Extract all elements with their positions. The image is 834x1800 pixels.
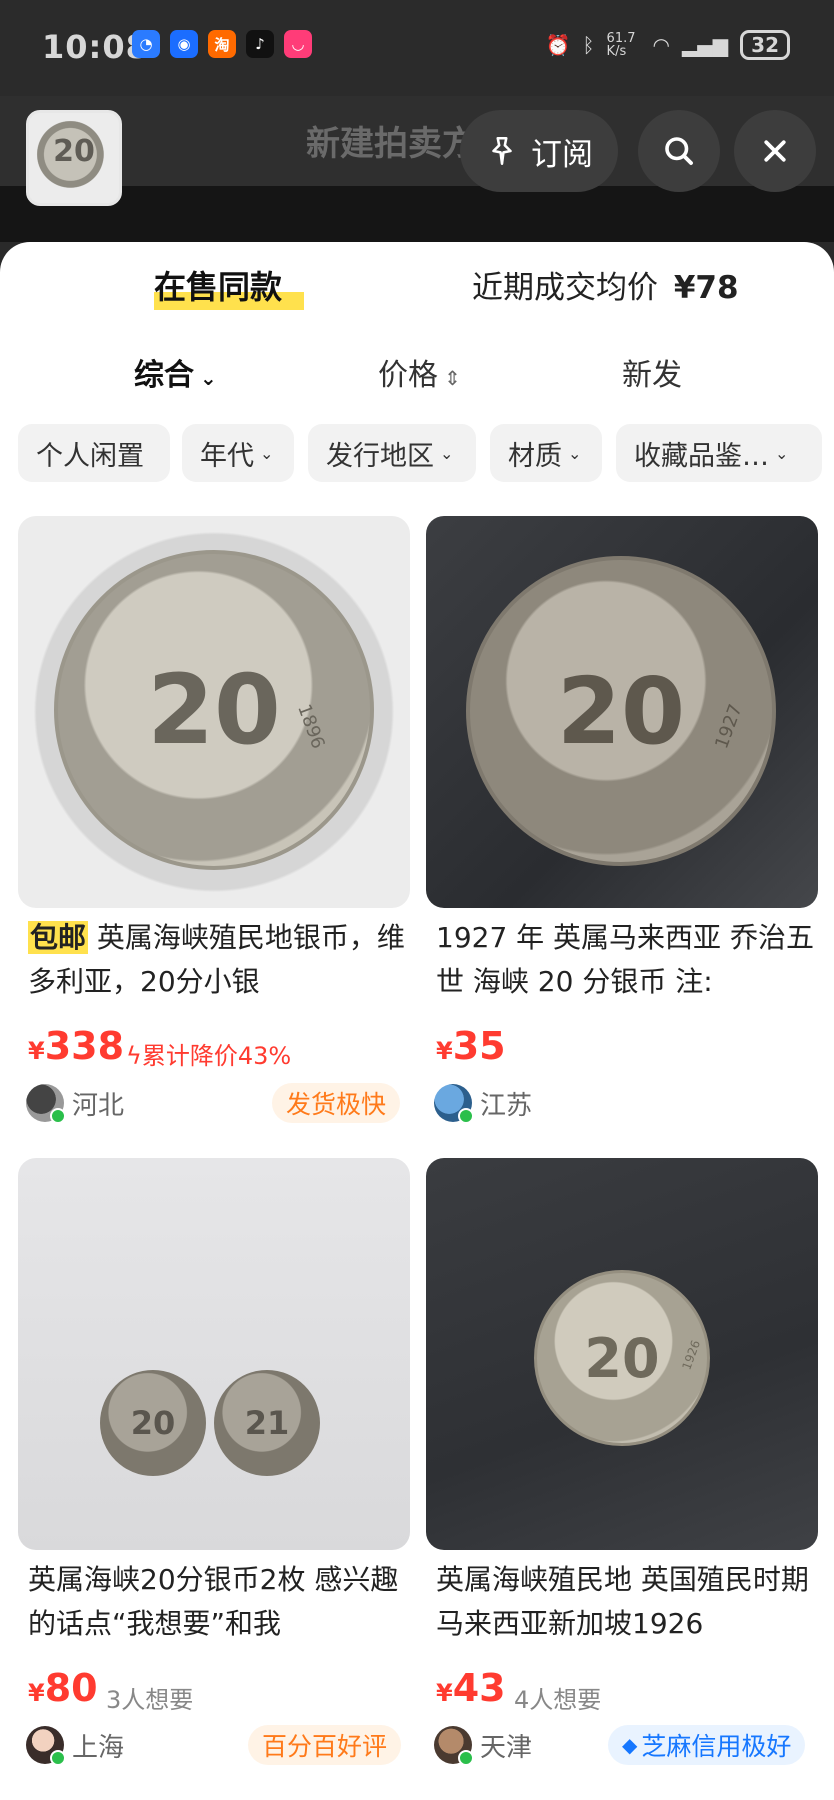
product-price: ¥43 bbox=[436, 1666, 506, 1710]
close-icon bbox=[764, 140, 786, 162]
bluetooth-icon: ᛒ bbox=[582, 33, 595, 57]
social-app-icon: ◡ bbox=[284, 30, 312, 58]
close-button[interactable] bbox=[734, 110, 816, 192]
filter-chip-region[interactable]: 发行地区 ⌄ bbox=[308, 424, 476, 482]
filter-chip-personal[interactable]: 个人闲置 bbox=[18, 424, 170, 482]
recent-price-label: 近期成交均价 bbox=[472, 270, 658, 306]
free-shipping-badge: 包邮 bbox=[28, 921, 89, 954]
sort-price[interactable]: 价格 ⇕ bbox=[378, 350, 461, 394]
sort-new[interactable]: 新发 bbox=[622, 350, 682, 394]
avatar bbox=[434, 1084, 474, 1124]
status-app-icons: ◔ ◉ 淘 ♪ ◡ bbox=[132, 30, 312, 58]
filter-chip-material[interactable]: 材质 ⌄ bbox=[490, 424, 602, 482]
subscribe-button[interactable]: 订阅 bbox=[460, 110, 618, 192]
coin-image: 21 bbox=[214, 1370, 320, 1476]
chevron-down-icon: ⌄ bbox=[440, 443, 454, 463]
product-title[interactable]: 英属海峡殖民地 英国殖民时期马来西亚新加坡1926 bbox=[436, 1558, 816, 1646]
fast-shipping-tag: 发货极快 bbox=[272, 1083, 401, 1123]
want-count: 3人想要 bbox=[106, 1686, 194, 1714]
tab-in-stock[interactable]: 在售同款 bbox=[154, 262, 304, 322]
avatar bbox=[26, 1084, 66, 1124]
product-image[interactable]: 20 21 bbox=[18, 1158, 410, 1550]
recent-price-value: ¥78 bbox=[673, 270, 739, 306]
chevron-down-icon: ⌄ bbox=[775, 443, 789, 463]
seller-info[interactable]: 江苏 bbox=[434, 1084, 532, 1124]
net-speed: 61.7 K/s bbox=[606, 31, 636, 59]
filter-chip-collection[interactable]: 收藏品鉴… ⌄ bbox=[616, 424, 822, 482]
seller-info[interactable]: 河北 bbox=[26, 1084, 124, 1124]
thumbnail-coin-number: 20 bbox=[53, 134, 95, 169]
sort-updown-icon: ⇕ bbox=[444, 366, 461, 390]
product-price: ¥338 bbox=[28, 1024, 125, 1068]
alarm-icon: ⏰ bbox=[545, 33, 571, 57]
product-image[interactable]: 20 1926 bbox=[426, 1158, 818, 1550]
lightning-icon: ϟ bbox=[126, 1042, 142, 1070]
avatar bbox=[434, 1726, 474, 1766]
seller-info[interactable]: 天津 bbox=[434, 1726, 532, 1766]
coin-image: 20 bbox=[54, 550, 374, 870]
status-bar: 10:08 ◔ ◉ 淘 ♪ ◡ ⏰ ᛒ 61.7 K/s ◠ ▂▄▆ 32 bbox=[0, 0, 834, 96]
seller-info[interactable]: 上海 bbox=[26, 1726, 124, 1766]
product-title[interactable]: 1927 年 英属马来西亚 乔治五世 海峡 20 分银币 注: bbox=[436, 916, 816, 1004]
chevron-down-icon: ⌄ bbox=[260, 443, 274, 463]
coin-image: 20 bbox=[100, 1370, 206, 1476]
want-count: 4人想要 bbox=[514, 1686, 602, 1714]
battery-indicator: 32 bbox=[740, 30, 790, 60]
wifi-icon: ◠ bbox=[652, 33, 670, 57]
filter-chip-year[interactable]: 年代 ⌄ bbox=[182, 424, 294, 482]
subscribe-label: 订阅 bbox=[531, 136, 593, 173]
sort-overall[interactable]: 综合 ⌄ bbox=[134, 350, 217, 394]
tab-recent-price[interactable]: 近期成交均价 ¥78 bbox=[472, 262, 739, 322]
status-indicators: ⏰ ᛒ 61.7 K/s ◠ ▂▄▆ 32 bbox=[546, 30, 790, 60]
product-title[interactable]: 英属海峡20分银币2枚 感兴趣的话点“我想要”和我 bbox=[28, 1558, 408, 1646]
pin-icon bbox=[492, 136, 512, 166]
product-price: ¥35 bbox=[436, 1024, 506, 1068]
good-review-tag: 百分百好评 bbox=[248, 1725, 402, 1765]
product-image[interactable]: 20 1927 bbox=[426, 516, 818, 908]
chevron-down-icon: ⌄ bbox=[200, 366, 217, 390]
credit-tag: ◆ 芝麻信用极好 bbox=[608, 1725, 806, 1765]
product-price: ¥80 bbox=[28, 1666, 98, 1710]
product-image[interactable]: 20 1896 bbox=[18, 516, 410, 908]
search-icon bbox=[665, 137, 693, 165]
avatar bbox=[26, 1726, 66, 1766]
qq-app-icon: ◉ bbox=[170, 30, 198, 58]
price-drop-note: ϟ累计降价43% bbox=[126, 1042, 292, 1070]
product-title[interactable]: 包邮 英属海峡殖民地银币，维多利亚，20分小银 bbox=[28, 916, 408, 1004]
signal-icon: ▂▄▆ bbox=[682, 33, 729, 57]
messages-app-icon: ◔ bbox=[132, 30, 160, 58]
taobao-app-icon: 淘 bbox=[208, 30, 236, 58]
chevron-down-icon: ⌄ bbox=[568, 443, 582, 463]
flame-icon: ◆ bbox=[622, 1733, 638, 1757]
tiktok-app-icon: ♪ bbox=[246, 30, 274, 58]
search-button[interactable] bbox=[638, 110, 720, 192]
